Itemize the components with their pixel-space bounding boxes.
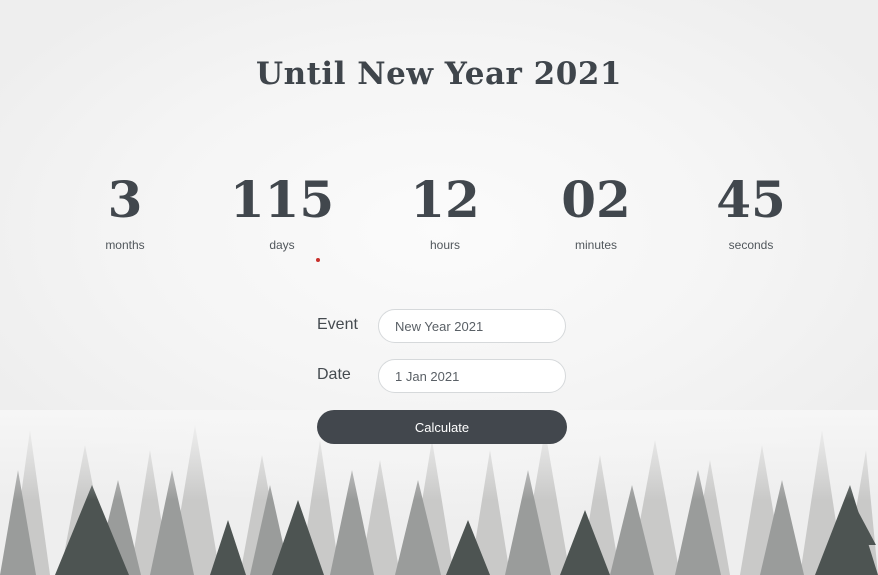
months-label: months (105, 238, 145, 252)
countdown-months: 3 months (55, 168, 195, 252)
countdown-minutes: 02 minutes (526, 168, 666, 252)
event-input[interactable] (378, 309, 566, 343)
date-input[interactable] (378, 359, 566, 393)
date-row: Date (317, 359, 567, 393)
countdown-hours: 12 hours (375, 168, 515, 252)
calculate-button[interactable]: Calculate (317, 410, 567, 444)
page-title: Until New Year 2021 (256, 56, 622, 92)
minutes-label: minutes (574, 238, 618, 252)
cursor-dot (316, 258, 320, 262)
seconds-label: seconds (728, 238, 774, 252)
months-value: 3 (107, 170, 143, 229)
countdown-seconds: 45 seconds (681, 168, 821, 252)
seconds-value: 45 (716, 170, 786, 229)
hours-label: hours (429, 238, 461, 252)
event-row: Event (317, 309, 567, 343)
event-label: Event (317, 316, 358, 333)
hours-value: 12 (410, 170, 480, 229)
days-label: days (269, 238, 295, 252)
minutes-value: 02 (561, 170, 631, 229)
days-value: 115 (229, 170, 335, 229)
date-label: Date (317, 366, 351, 383)
countdown-days: 115 days (212, 168, 352, 252)
